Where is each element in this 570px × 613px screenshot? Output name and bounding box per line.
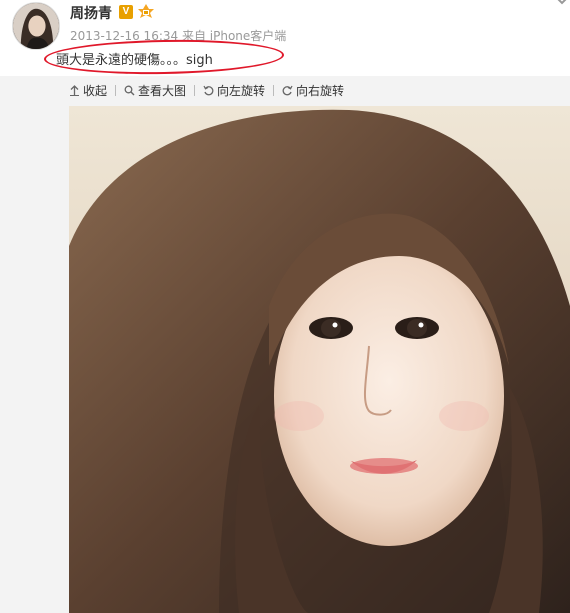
- toolbar-divider: [115, 84, 117, 96]
- toolbar-divider: [194, 84, 196, 96]
- level-badge-icon: [138, 4, 154, 18]
- rotate-right-icon: [282, 85, 293, 95]
- collapse-button[interactable]: 收起: [69, 82, 107, 99]
- rotate-right-button[interactable]: 向右旋转: [282, 82, 344, 99]
- verified-badge: V: [119, 5, 133, 19]
- arrow-up-icon: [70, 84, 79, 96]
- rotate-left-button[interactable]: 向左旋转: [203, 82, 265, 99]
- magnifier-icon: [124, 85, 135, 95]
- username[interactable]: 周扬青: [70, 3, 112, 23]
- post-text: 頭大是永遠的硬傷。。。sigh: [56, 53, 213, 68]
- post-photo[interactable]: [69, 106, 570, 613]
- image-toolbar: 收起 查看大图 向左旋转 向右旋转: [69, 80, 344, 100]
- post-timestamp[interactable]: 2013-12-16 16:34 来自 iPhone客户端: [70, 27, 286, 44]
- rotate-left-icon: [203, 85, 214, 95]
- rotate-left-label: 向左旋转: [217, 83, 266, 98]
- avatar[interactable]: [12, 2, 60, 50]
- post-header: 周扬青 V 2013-12-16 16:34 来自 iPhone客户端 頭大是永…: [0, 0, 570, 77]
- toolbar-divider: [273, 84, 275, 96]
- chevron-down-icon[interactable]: [555, 0, 569, 6]
- avatar-image: [13, 3, 59, 49]
- view-large-button[interactable]: 查看大图: [124, 82, 186, 99]
- collapse-label: 收起: [83, 83, 108, 98]
- view-large-label: 查看大图: [138, 83, 187, 98]
- selfie-image: [69, 106, 570, 613]
- rotate-right-label: 向右旋转: [296, 83, 345, 98]
